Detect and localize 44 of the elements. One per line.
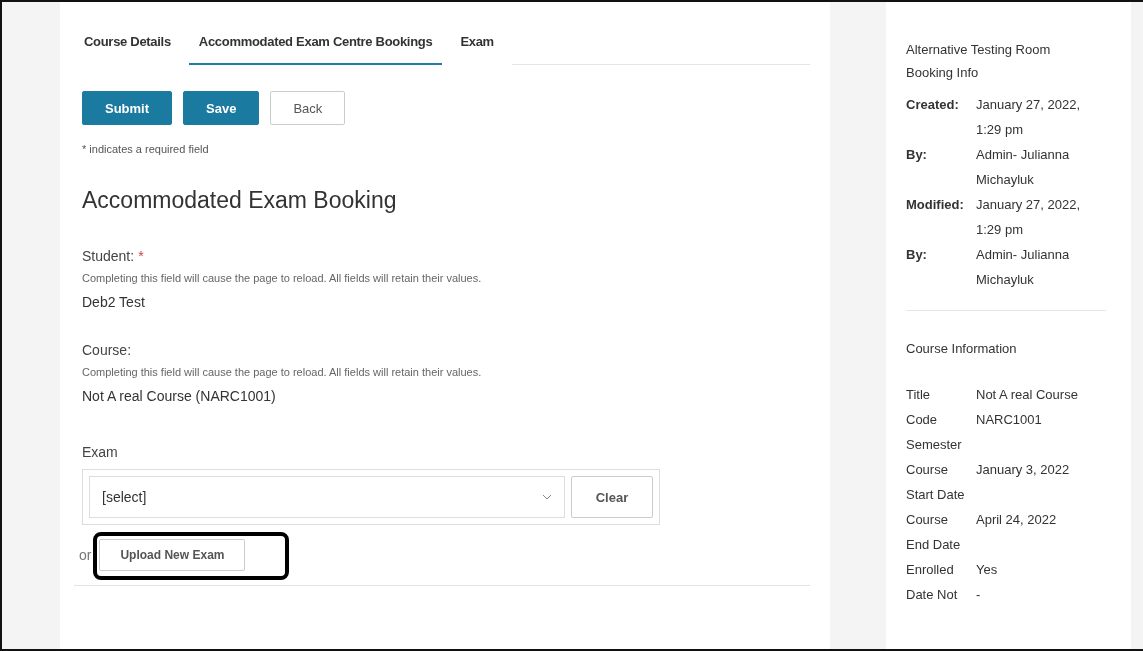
tab[interactable]: Exam	[450, 24, 504, 65]
info-label: Created:	[906, 96, 960, 114]
exam-select[interactable]: [select]	[89, 476, 565, 518]
info-value: January 3, 2022	[976, 462, 1070, 477]
info-value: January 27, 2022, 1:29 pm	[976, 196, 1082, 239]
chevron-down-icon	[542, 494, 552, 500]
tab[interactable]: Course Details	[74, 24, 181, 65]
info-value: NARC1001	[976, 412, 1042, 427]
info-value: April 24, 2022	[976, 512, 1057, 527]
info-value: -	[976, 587, 981, 602]
info-label: By:	[906, 246, 928, 264]
field-label: Exam	[82, 444, 119, 460]
info-value: Admin- Julianna Michayluk	[976, 246, 1071, 289]
info-label: Course Start Date	[906, 461, 966, 504]
required-note: * indicates a required field	[82, 143, 210, 155]
field-value: Not A real Course (NARC1001)	[82, 388, 277, 404]
action-button[interactable]: Save	[183, 91, 260, 125]
info-label: By:	[906, 146, 928, 164]
action-button[interactable]: Back	[270, 91, 346, 125]
info-label: Title	[906, 386, 932, 404]
card-title: Alternative Testing Room Booking Info	[906, 41, 1052, 82]
or-text: or	[79, 547, 92, 563]
info-label: Course End Date	[906, 511, 962, 554]
action-button[interactable]: Submit	[82, 91, 173, 125]
field-hint: Completing this field will cause the page to reload. All fields will retain their values.	[82, 272, 483, 284]
upload-exam-button[interactable]: Upload New Exam	[99, 539, 246, 571]
clear-button[interactable]: Clear	[571, 476, 653, 518]
info-label: Semester	[906, 436, 963, 454]
field-hint: Completing this field will cause the page to reload. All fields will retain their values.	[82, 366, 483, 378]
field-value: Deb2 Test	[82, 294, 146, 310]
info-value: Yes	[976, 562, 998, 577]
info-value: Admin- Julianna Michayluk	[976, 146, 1071, 189]
info-value: January 27, 2022, 1:29 pm	[976, 96, 1082, 139]
tab[interactable]: Accommodated Exam Centre Bookings	[188, 24, 443, 65]
field-label: Student:	[82, 248, 135, 264]
form-heading: Accommodated Exam Booking	[82, 187, 398, 214]
info-label: Enrolled	[906, 561, 955, 579]
info-value: Not A real Course	[976, 387, 1078, 402]
info-label: Date Not	[906, 586, 959, 604]
info-label: Modified:	[906, 196, 965, 214]
required-asterisk: *	[138, 248, 144, 264]
field-label: Course:	[82, 342, 132, 358]
info-label: Code	[906, 411, 939, 429]
card-title: Course Information	[906, 340, 1018, 358]
